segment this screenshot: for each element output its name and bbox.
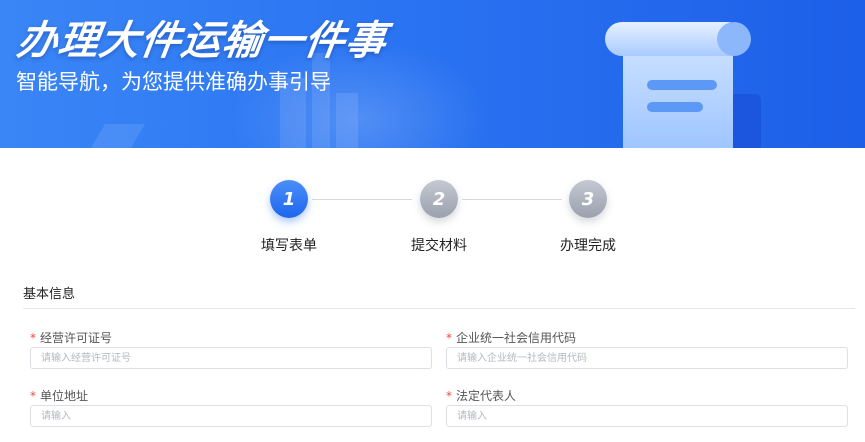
document-scroll-illustration (605, 18, 765, 148)
step-label: 提交材料 (411, 238, 467, 254)
section-divider (23, 308, 855, 309)
field-label-business-license: * 经营许可证号 (30, 329, 112, 346)
banner-subtitle: 智能导航，为您提供准确办事引导 (16, 70, 331, 94)
step-label: 填写表单 (261, 238, 317, 254)
legal-representative-input[interactable] (446, 405, 848, 427)
step-fill-form: 1 填写表单 (229, 172, 349, 255)
step-submit-materials: 2 提交材料 (379, 172, 499, 255)
banner-title: 办理大件运输一件事 (14, 18, 390, 64)
scroll-line (647, 80, 717, 90)
step-label: 办理完成 (560, 238, 616, 254)
hero-banner: 办理大件运输一件事 智能导航，为您提供准确办事引导 (0, 0, 865, 148)
step-number-badge: 3 (569, 180, 607, 218)
required-asterisk: * (446, 331, 452, 345)
business-license-input[interactable] (30, 347, 432, 369)
section-title-basic-info: 基本信息 (23, 287, 76, 302)
credit-code-input[interactable] (446, 347, 848, 369)
field-label-text: 法定代表人 (456, 389, 517, 403)
field-label-legal-representative: * 法定代表人 (446, 387, 516, 404)
step-number-badge: 2 (420, 180, 458, 218)
scroll-line (647, 102, 703, 112)
required-asterisk: * (30, 389, 36, 403)
required-asterisk: * (446, 389, 452, 403)
field-label-text: 经营许可证号 (40, 331, 113, 345)
step-number-badge: 1 (270, 180, 308, 218)
field-label-text: 企业统一社会信用代码 (456, 331, 577, 345)
field-label-credit-code: * 企业统一社会信用代码 (446, 329, 576, 346)
field-label-text: 单位地址 (40, 389, 89, 403)
scroll-roll-end (717, 22, 751, 56)
required-asterisk: * (30, 331, 36, 345)
step-complete: 3 办理完成 (528, 172, 648, 255)
progress-steps: 1 填写表单 2 提交材料 3 办理完成 (0, 172, 865, 262)
banner-building-decoration (336, 93, 358, 148)
company-address-input[interactable] (30, 405, 432, 427)
field-label-company-address: * 单位地址 (30, 387, 88, 404)
banner-building-decoration (91, 124, 145, 148)
